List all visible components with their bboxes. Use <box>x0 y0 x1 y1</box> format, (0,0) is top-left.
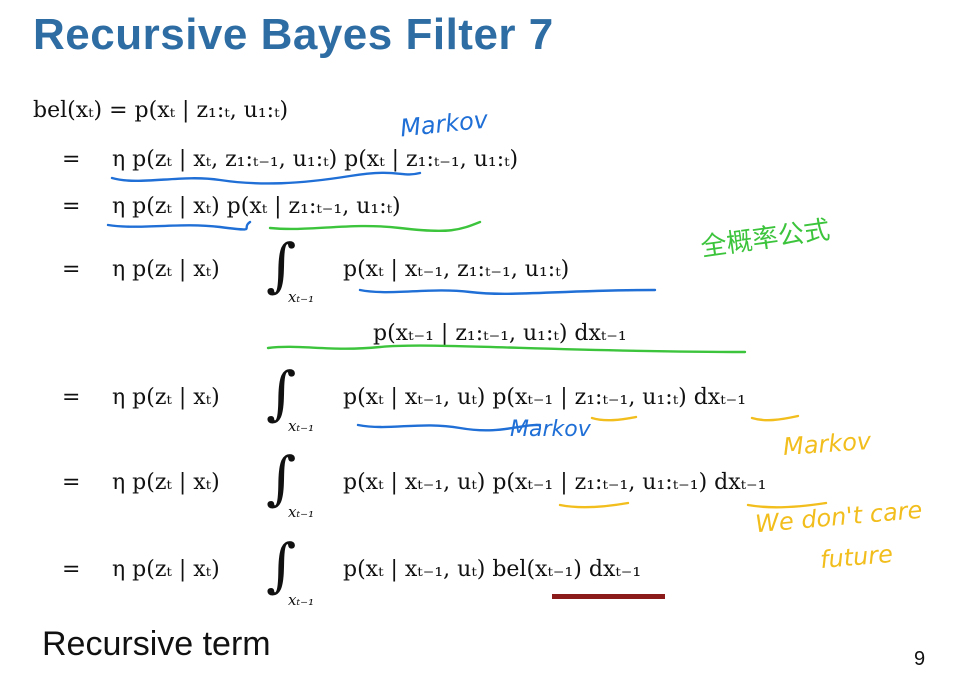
green-underline-line3-continuation <box>266 344 747 354</box>
yellow-underline-line5-xtminus1 <box>558 501 630 509</box>
yellow-underline-line5-u <box>746 501 828 509</box>
ink-underlines <box>106 171 828 599</box>
blue-underline-line2-factor <box>106 220 252 231</box>
recursive-term-underline <box>552 594 665 599</box>
blue-underline-line1-factor <box>110 171 422 185</box>
page-number: 9 <box>914 648 926 670</box>
green-underline-line2-prior <box>268 220 482 233</box>
recursive-term-label: Recursive term <box>42 625 271 663</box>
blue-underline-line4-motion <box>356 423 542 432</box>
yellow-underline-line4-xtminus1 <box>590 415 638 422</box>
blue-underline-line3-motion <box>358 288 657 295</box>
yellow-underline-line4-u <box>750 414 800 422</box>
